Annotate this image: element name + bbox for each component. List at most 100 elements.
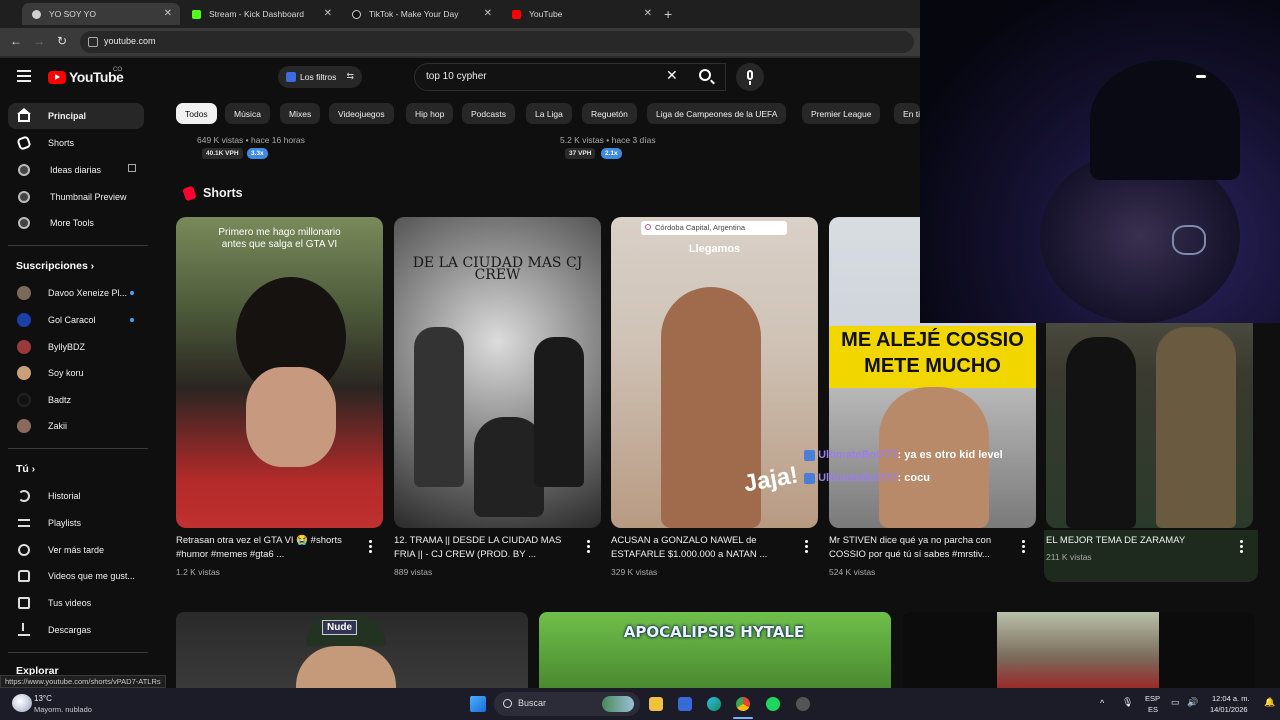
video-thumbnail[interactable]: APOCALIPSIS HYTALE [539,612,891,688]
thumbnail-caption: APOCALIPSIS HYTALE [623,623,805,641]
video-thumbnail[interactable]: Nude [176,612,528,688]
chip[interactable]: Liga de Campeones de la UEFA [647,103,787,124]
chrome-icon[interactable] [736,697,750,711]
sidebar-item-ideas-diarias[interactable]: Ideas diarias [8,157,144,183]
microphone-icon[interactable]: 🎙 [1122,697,1133,708]
taskbar-search[interactable]: Buscar [494,692,640,716]
back-icon[interactable]: ← [10,34,22,48]
search-button[interactable] [688,63,726,91]
site-info-icon[interactable] [88,37,98,47]
chip[interactable]: En ti [894,103,920,124]
search-input[interactable]: top 10 cypher [414,63,726,91]
sidebar-item-more-tools[interactable]: More Tools [8,210,144,236]
sidebar-item-principal[interactable]: Principal [8,103,144,129]
store-icon[interactable] [678,697,692,711]
filters-button[interactable]: Los filtros ⇆ [278,66,362,88]
sidebar-item-watch-later[interactable]: Ver más tarde [8,537,144,563]
volume-icon[interactable]: 🔊 [1187,697,1198,708]
avatar [17,340,31,354]
subscription-item[interactable]: Badtz [8,387,144,413]
subscriptions-heading[interactable]: Suscripciones › [16,260,94,272]
network-icon[interactable]: ▭ [1171,697,1180,708]
close-icon[interactable]: ✕ [644,8,652,19]
search-label: Buscar [518,698,547,708]
video-thumbnail[interactable] [903,612,1255,688]
chip[interactable]: Mixes [280,103,321,124]
short-title[interactable]: 12. TRAMA || DESDE LA CIUDAD MAS FRIA ||… [394,534,574,562]
sidebar-item-playlists[interactable]: Playlists [8,510,144,536]
chip[interactable]: Hip hop [406,103,454,124]
close-icon[interactable]: ✕ [324,8,332,19]
sidebar-item-label: Historial [48,491,81,501]
chip-todos[interactable]: Todos [176,103,217,124]
sidebar-item-your-videos[interactable]: Tus videos [8,590,144,616]
chip[interactable]: Podcasts [462,103,515,124]
photo-shape [997,612,1159,688]
figure-shape [414,327,464,487]
browser-tab[interactable]: Stream - Kick Dashboard ✕ [182,3,340,25]
sidebar-item-thumbnail-preview[interactable]: Thumbnail Preview [8,184,144,210]
clock-time[interactable]: 12:04 a. m. [1212,694,1250,703]
subscription-item[interactable]: Soy koru [8,360,144,386]
sliders-icon: ⇆ [346,71,354,81]
browser-tab[interactable]: TikTok - Make Your Day ✕ [342,3,500,25]
sidebar-item-shorts[interactable]: Shorts [8,130,144,156]
weather-desc: Mayorm. nublado [34,705,92,714]
divider [8,245,148,246]
close-icon[interactable]: ✕ [484,8,492,19]
more-options-icon[interactable] [369,540,373,555]
short-thumbnail[interactable]: Primero me hago millonario antes que sal… [176,217,383,528]
sidebar-item-liked-videos[interactable]: Videos que me gust... [8,563,144,589]
chip[interactable]: Música [225,103,270,124]
close-icon[interactable]: ✕ [164,8,172,19]
avatar [17,419,31,433]
short-title[interactable]: Mr STIVEN dice qué ya no parcha con COSS… [829,534,1009,562]
chip[interactable]: La Liga [526,103,572,124]
browser-tab[interactable]: YO SOY YO ✕ [22,3,180,25]
chip[interactable]: Premier League [802,103,881,124]
subscription-item[interactable]: Gol Caracol [8,307,144,333]
browser-tab[interactable]: YouTube ✕ [502,3,660,25]
sidebar-item-historial[interactable]: Historial [8,483,144,509]
avatar [17,313,31,327]
windows-start-icon[interactable] [470,696,486,712]
subscription-name: Badtz [48,395,72,405]
more-options-icon[interactable] [805,540,809,555]
chip[interactable]: Videojuegos [329,103,394,124]
subscription-item[interactable]: Zakii [8,413,144,439]
subscription-item[interactable]: Davoo Xeneize Pl... [8,280,144,306]
search-value: top 10 cypher [426,71,487,82]
file-explorer-icon[interactable] [649,697,663,711]
youtube-logo[interactable]: YouTube CO [48,67,124,85]
weather-icon[interactable] [12,694,32,712]
obs-icon[interactable] [796,697,810,711]
more-options-icon[interactable] [1022,540,1026,555]
clear-search-icon[interactable]: ✕ [666,67,678,84]
more-options-icon[interactable] [1240,540,1244,555]
short-title[interactable]: Retrasan otra vez el GTA VI 😭 #shorts #h… [176,534,356,562]
active-indicator [733,717,753,719]
you-heading[interactable]: Tú › [16,463,35,475]
edge-icon[interactable] [707,697,721,711]
address-bar[interactable]: youtube.com [80,31,914,53]
avatar [17,393,31,407]
reload-icon[interactable]: ↻ [57,34,67,48]
new-tab-icon[interactable]: + [664,6,672,22]
spotify-icon[interactable] [766,697,780,711]
short-title[interactable]: ACUSAN a GONZALO NAWEL de ESTAFARLE $1.0… [611,534,791,562]
language-indicator[interactable]: ESP [1145,694,1160,703]
subscription-item[interactable]: ByllyBDZ [8,334,144,360]
notification-icon[interactable]: 🔔 [1264,697,1275,708]
glasses-shape [1172,225,1206,255]
short-thumbnail[interactable]: Córdoba Capital, Argentina Llegamos Jaja… [611,217,818,528]
short-thumbnail[interactable]: DE LA CIUDAD MAS CJ CREW [394,217,601,528]
chip[interactable]: Reguetón [582,103,637,124]
menu-icon[interactable] [17,70,31,85]
search-icon [503,699,512,708]
short-title[interactable]: EL MEJOR TEMA DE ZARAMAY [1046,534,1226,548]
forward-icon[interactable]: → [33,34,45,48]
more-options-icon[interactable] [587,540,591,555]
chevron-up-icon[interactable]: ^ [1100,698,1104,708]
voice-search-button[interactable] [736,63,764,91]
sidebar-item-downloads[interactable]: Descargas [8,617,144,643]
